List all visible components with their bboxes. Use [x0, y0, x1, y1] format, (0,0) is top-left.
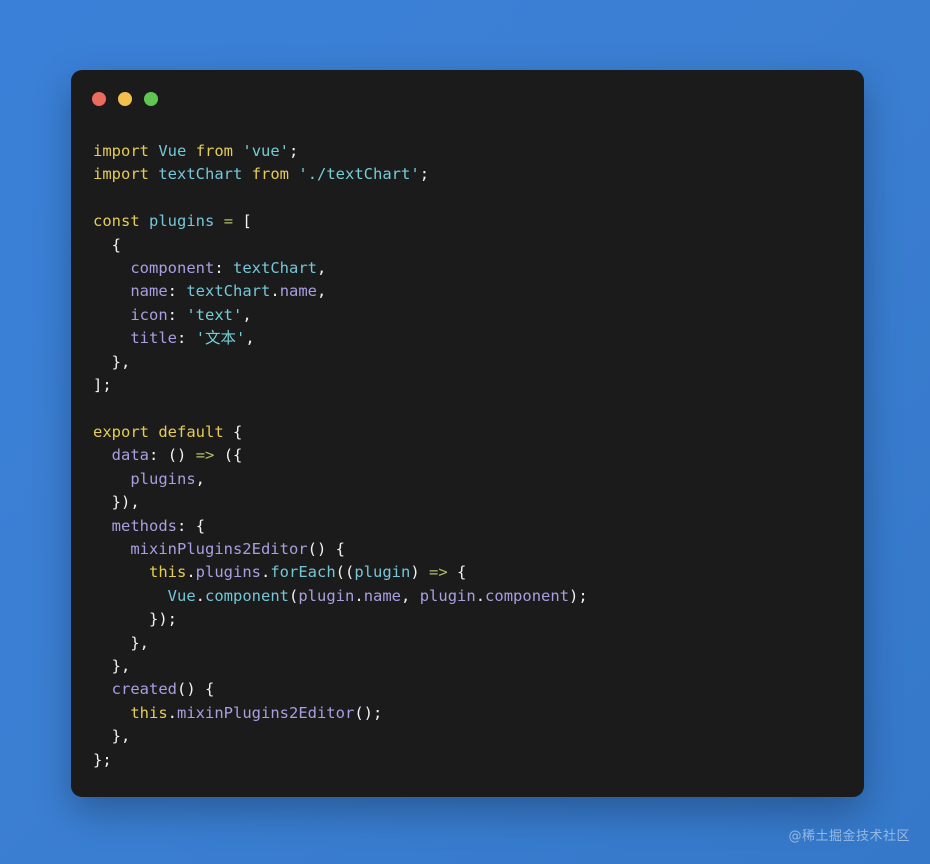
code-line: import Vue from 'vue';: [93, 142, 299, 160]
close-window-button[interactable]: [92, 92, 106, 106]
code-line: methods: {: [111, 516, 206, 535]
code-line: },: [111, 727, 131, 746]
code-line: this.mixinPlugins2Editor();: [130, 703, 383, 722]
code-line: },: [130, 633, 149, 652]
code-line: }),: [111, 493, 140, 512]
code-editor-area[interactable]: import Vue from 'vue'; import textChart …: [71, 128, 864, 797]
window-titlebar: [71, 70, 864, 128]
code-line: },: [111, 352, 131, 371]
source-code-block[interactable]: import Vue from 'vue'; import textChart …: [93, 140, 842, 772]
code-line: mixinPlugins2Editor() {: [130, 539, 345, 558]
code-line: const plugins = [: [93, 212, 252, 231]
code-line: };: [93, 750, 112, 769]
watermark: @稀土掘金技术社区: [788, 829, 910, 844]
code-line: component: textChart,: [130, 259, 327, 278]
maximize-window-button[interactable]: [144, 92, 158, 106]
code-line: plugins,: [130, 469, 205, 488]
code-line: ];: [93, 376, 112, 395]
code-line: name: textChart.name,: [130, 282, 327, 301]
screenshot-stage: import Vue from 'vue'; import textChart …: [0, 0, 930, 864]
code-line: {: [111, 235, 122, 254]
code-line: this.plugins.forEach((plugin) => {: [149, 563, 467, 582]
code-window: import Vue from 'vue'; import textChart …: [71, 70, 864, 797]
code-line: Vue.component(plugin.name, plugin.compon…: [167, 586, 588, 605]
code-line: icon: 'text',: [130, 305, 252, 324]
minimize-window-button[interactable]: [118, 92, 132, 106]
code-line: created() {: [111, 680, 215, 699]
code-line: data: () => ({: [111, 446, 243, 465]
code-line: export default {: [93, 422, 243, 441]
code-line: import textChart from './textChart';: [93, 165, 430, 184]
code-line: },: [111, 656, 131, 675]
code-line: });: [149, 610, 177, 629]
code-line: title: '文本',: [130, 329, 255, 348]
